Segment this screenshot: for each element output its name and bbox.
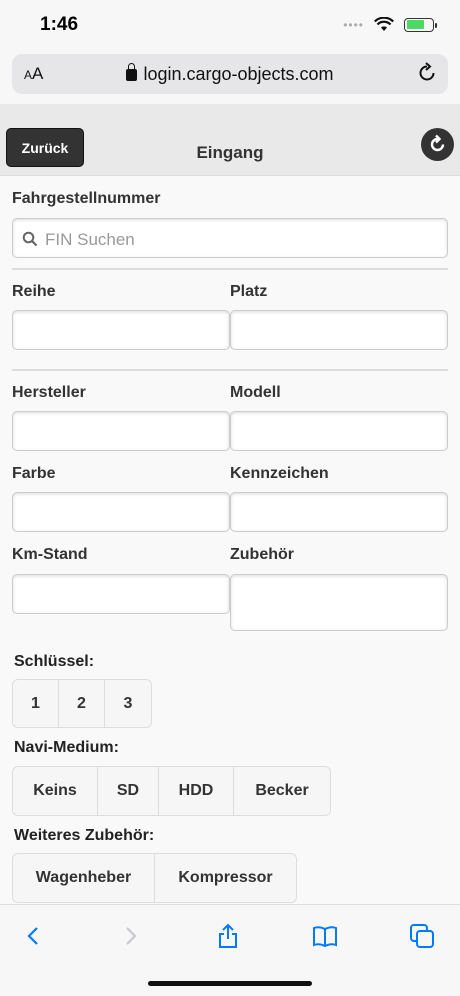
fin-placeholder: FIN Suchen [45, 230, 135, 249]
reload-icon[interactable] [416, 62, 438, 84]
farbe-field[interactable] [12, 492, 230, 532]
divider [12, 268, 448, 270]
schluessel-option-1[interactable]: 1 [13, 680, 59, 727]
modell-label: Modell [230, 384, 281, 401]
battery-icon [404, 17, 437, 32]
home-indicator [148, 981, 312, 986]
schluessel-toggle-group: 1 2 3 [12, 679, 152, 728]
divider [12, 369, 448, 371]
modell-field[interactable] [230, 411, 448, 451]
km-stand-field[interactable] [12, 574, 230, 614]
bookmarks-icon[interactable] [312, 923, 338, 949]
weiteres-toggle-group: Wagenheber Kompressor [12, 853, 297, 903]
navi-option-sd[interactable]: SD [98, 767, 159, 815]
page-header: Zurück Eingang [0, 104, 460, 176]
back-icon[interactable] [21, 923, 47, 949]
farbe-label: Farbe [12, 465, 56, 482]
weiteres-option-wagenheber[interactable]: Wagenheber [13, 854, 155, 902]
lock-icon [126, 63, 138, 81]
url-display[interactable]: login.cargo-objects.com [12, 63, 448, 85]
refresh-icon [430, 134, 445, 152]
status-bar: 1:46 •••• [0, 0, 460, 48]
kennzeichen-label: Kennzeichen [230, 465, 329, 482]
page-title: Eingang [196, 143, 264, 162]
navi-option-becker[interactable]: Becker [234, 767, 330, 815]
navi-option-keins[interactable]: Keins [13, 767, 98, 815]
platz-label: Platz [230, 283, 268, 300]
cellular-icon: •••• [343, 17, 364, 32]
forward-icon[interactable] [117, 923, 143, 949]
kennzeichen-field[interactable] [230, 492, 448, 532]
weiteres-label: Weiteres Zubehör: [14, 827, 155, 844]
share-icon[interactable] [215, 923, 241, 949]
fin-label: Fahrgestellnummer [12, 190, 161, 207]
reihe-field[interactable] [12, 310, 230, 350]
weiteres-option-kompressor[interactable]: Kompressor [155, 854, 296, 902]
zubehoer-label: Zubehör [230, 546, 294, 563]
status-time: 1:46 [40, 14, 79, 35]
schluessel-option-3[interactable]: 3 [105, 680, 151, 727]
url-text: login.cargo-objects.com [143, 64, 334, 84]
hersteller-field[interactable] [12, 411, 230, 451]
refresh-button[interactable] [421, 128, 454, 161]
hersteller-label: Hersteller [12, 384, 86, 401]
navi-option-hdd[interactable]: HDD [159, 767, 234, 815]
reihe-label: Reihe [12, 283, 56, 300]
web-page: Zurück Eingang Fahrgestellnummer FIN Suc… [0, 104, 460, 904]
tabs-icon[interactable] [409, 923, 435, 949]
navi-toggle-group: Keins SD HDD Becker [12, 766, 331, 816]
url-bar[interactable]: AA login.cargo-objects.com [12, 54, 448, 94]
wifi-icon [374, 17, 394, 31]
zubehoer-textarea[interactable] [230, 574, 448, 631]
schluessel-label: Schlüssel: [14, 653, 95, 670]
fin-search-input[interactable]: FIN Suchen [12, 218, 448, 258]
status-icons: •••• [343, 17, 437, 32]
search-icon [22, 231, 38, 247]
km-stand-label: Km-Stand [12, 546, 88, 563]
schluessel-option-2[interactable]: 2 [59, 680, 105, 727]
navi-label: Navi-Medium: [14, 739, 119, 756]
platz-field[interactable] [230, 310, 448, 350]
